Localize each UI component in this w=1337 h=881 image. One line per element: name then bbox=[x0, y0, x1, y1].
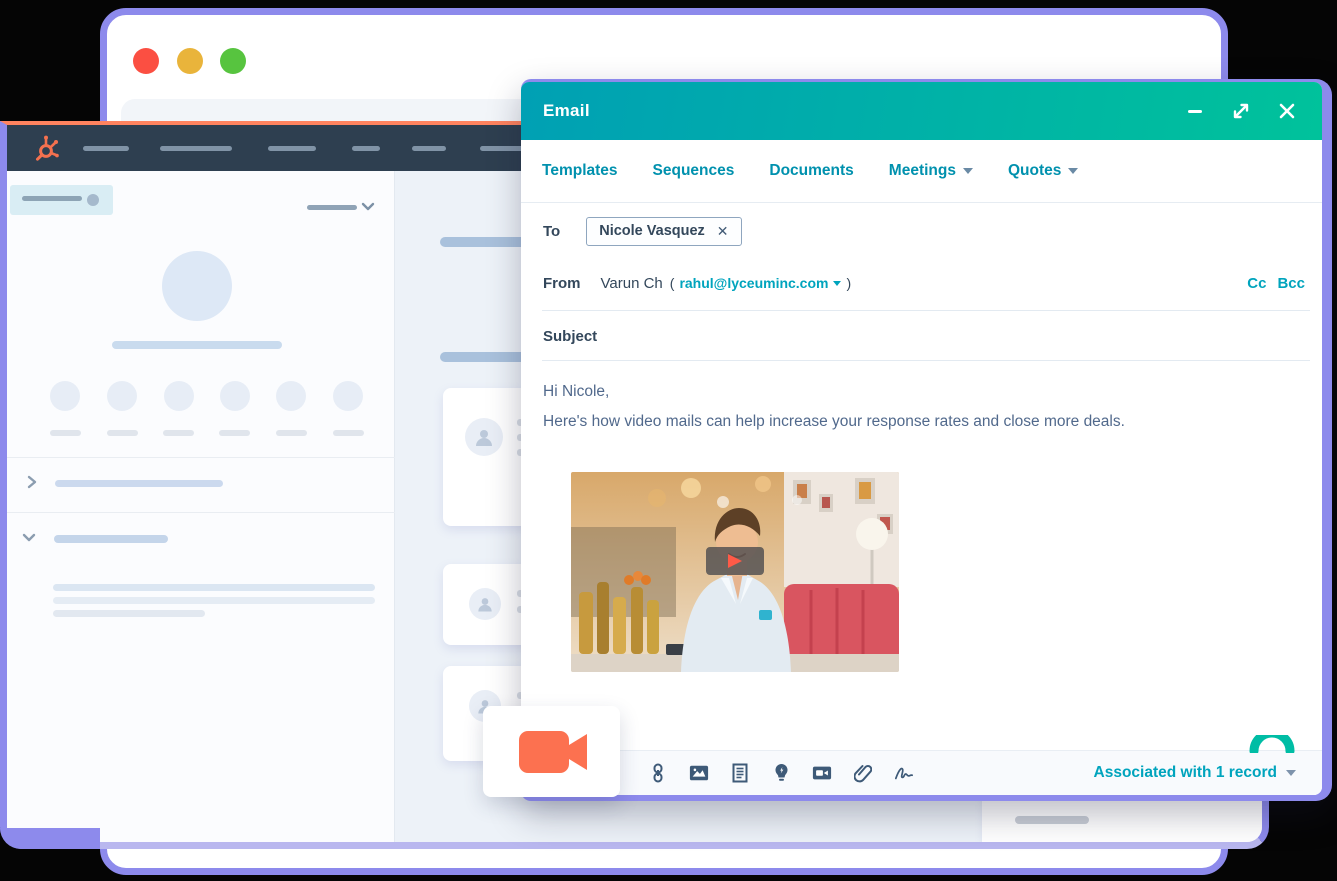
editor-toolbar: Associated with 1 record bbox=[521, 750, 1322, 795]
associated-label: Associated with 1 record bbox=[1094, 764, 1277, 782]
contact-avatar-placeholder bbox=[162, 251, 232, 321]
attachment-icon[interactable] bbox=[853, 763, 873, 783]
action-circle-placeholder[interactable] bbox=[164, 381, 194, 411]
chevron-right-icon[interactable] bbox=[26, 474, 38, 490]
from-name: Varun Ch bbox=[601, 275, 663, 292]
bcc-button[interactable]: Bcc bbox=[1277, 275, 1305, 292]
placeholder-bar bbox=[107, 430, 138, 436]
action-circle-placeholder[interactable] bbox=[276, 381, 306, 411]
nav-placeholder-item bbox=[160, 146, 232, 151]
tab-quotes[interactable]: Quotes bbox=[1008, 162, 1078, 180]
divider bbox=[542, 310, 1310, 311]
nav-placeholder-item bbox=[268, 146, 316, 151]
expand-icon[interactable] bbox=[1230, 100, 1252, 122]
subject-input[interactable]: Subject bbox=[543, 322, 1302, 350]
person-avatar-icon bbox=[469, 588, 501, 620]
email-modal-header: Email bbox=[521, 82, 1322, 140]
send-button-arc[interactable] bbox=[1249, 735, 1295, 753]
search-highlight-box[interactable] bbox=[10, 185, 113, 215]
divider bbox=[542, 360, 1310, 361]
video-camera-icon bbox=[507, 728, 597, 776]
placeholder-bar bbox=[307, 205, 357, 210]
link-icon[interactable] bbox=[648, 763, 668, 783]
placeholder-bar bbox=[53, 610, 205, 617]
placeholder-bar bbox=[53, 584, 375, 591]
traffic-light-close-icon[interactable] bbox=[133, 48, 159, 74]
placeholder-bar bbox=[276, 430, 307, 436]
action-circle-placeholder[interactable] bbox=[50, 381, 80, 411]
action-circle-placeholder[interactable] bbox=[333, 381, 363, 411]
to-label: To bbox=[543, 223, 560, 240]
action-circle-placeholder[interactable] bbox=[220, 381, 250, 411]
caret-down-icon bbox=[1068, 168, 1078, 174]
placeholder-bar bbox=[54, 535, 168, 543]
from-email-dropdown[interactable]: rahul@lyceuminc.com bbox=[679, 275, 828, 291]
placeholder-bar bbox=[50, 430, 81, 436]
email-modal: Email bbox=[521, 82, 1322, 795]
cc-button[interactable]: Cc bbox=[1247, 275, 1266, 292]
from-label: From bbox=[543, 275, 581, 292]
tab-sequences[interactable]: Sequences bbox=[653, 162, 735, 180]
action-circle-placeholder[interactable] bbox=[107, 381, 137, 411]
tab-documents[interactable]: Documents bbox=[769, 162, 853, 180]
tab-templates[interactable]: Templates bbox=[542, 162, 618, 180]
video-icon[interactable] bbox=[812, 763, 832, 783]
image-icon[interactable] bbox=[689, 763, 709, 783]
associated-records-dropdown[interactable]: Associated with 1 record bbox=[1094, 764, 1296, 782]
placeholder-bar bbox=[55, 480, 223, 487]
placeholder-bar bbox=[112, 341, 282, 349]
crm-window-corner bbox=[0, 828, 100, 849]
caret-down-icon[interactable] bbox=[833, 281, 841, 286]
traffic-light-maximize-icon[interactable] bbox=[220, 48, 246, 74]
recipient-name: Nicole Vasquez bbox=[599, 223, 705, 239]
video-thumbnail[interactable] bbox=[571, 472, 899, 672]
recipient-chip[interactable]: Nicole Vasquez ✕ bbox=[586, 217, 741, 246]
subject-label: Subject bbox=[543, 328, 597, 345]
chevron-down-icon[interactable] bbox=[21, 531, 37, 545]
placeholder-bar bbox=[22, 196, 82, 201]
placeholder-bar bbox=[53, 597, 375, 604]
divider bbox=[7, 512, 395, 513]
lightbulb-icon[interactable] bbox=[771, 763, 791, 783]
email-body-editor[interactable]: Hi Nicole, Here's how video mails can he… bbox=[543, 382, 1302, 442]
hubspot-sprocket-icon bbox=[31, 134, 59, 162]
caret-down-icon bbox=[1286, 770, 1296, 776]
placeholder-dot bbox=[87, 194, 99, 206]
nav-placeholder-item bbox=[352, 146, 380, 151]
placeholder-bar bbox=[219, 430, 250, 436]
tab-meetings[interactable]: Meetings bbox=[889, 162, 973, 180]
crm-contact-panel bbox=[7, 171, 395, 845]
signature-icon[interactable] bbox=[894, 763, 914, 783]
traffic-light-minimize-icon[interactable] bbox=[177, 48, 203, 74]
placeholder-bar bbox=[163, 430, 194, 436]
page: Email bbox=[0, 0, 1337, 881]
divider bbox=[7, 457, 395, 458]
template-icon[interactable] bbox=[730, 763, 750, 783]
nav-placeholder-item bbox=[480, 146, 524, 151]
body-line: Here's how video mails can help increase… bbox=[543, 412, 1302, 432]
modal-title: Email bbox=[543, 101, 590, 121]
caret-down-icon bbox=[963, 168, 973, 174]
close-icon[interactable] bbox=[1276, 100, 1298, 122]
nav-placeholder-item bbox=[412, 146, 446, 151]
to-field-row[interactable]: To Nicole Vasquez ✕ bbox=[543, 212, 1302, 250]
chevron-down-icon[interactable] bbox=[360, 200, 376, 214]
paren-open: ( bbox=[670, 275, 675, 291]
body-line: Hi Nicole, bbox=[543, 382, 1302, 402]
modal-tab-bar: Templates Sequences Documents Meetings Q… bbox=[521, 140, 1322, 203]
placeholder-bar bbox=[333, 430, 364, 436]
minimize-icon[interactable] bbox=[1184, 100, 1206, 122]
paren-close: ) bbox=[846, 275, 851, 291]
nav-placeholder-item bbox=[83, 146, 129, 151]
placeholder-bar bbox=[1015, 816, 1089, 824]
from-field-row: From Varun Ch ( rahul@lyceuminc.com ) Cc… bbox=[543, 266, 1305, 300]
chip-remove-icon[interactable]: ✕ bbox=[717, 223, 729, 240]
person-avatar-icon bbox=[465, 418, 503, 456]
email-modal-frame: Email bbox=[521, 79, 1332, 801]
video-record-button[interactable] bbox=[483, 706, 620, 797]
